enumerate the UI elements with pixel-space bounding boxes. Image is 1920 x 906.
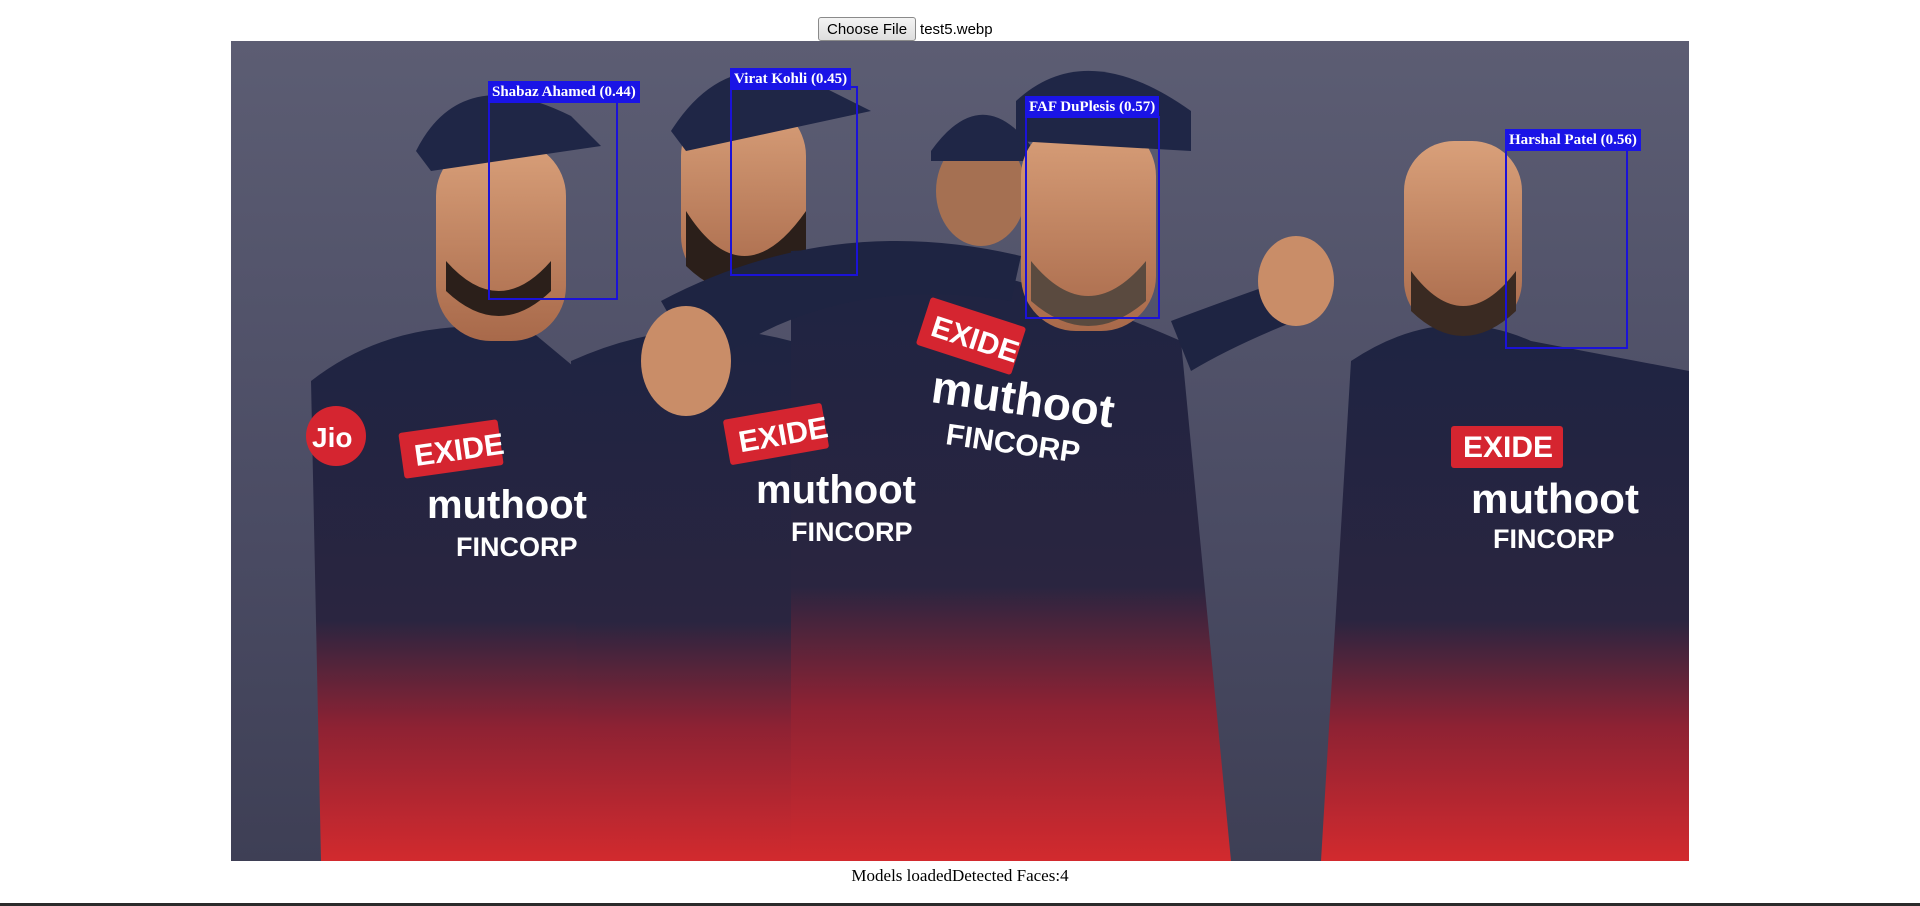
- status-text: Models loadedDetected Faces:4: [851, 866, 1069, 885]
- face-box-shabaz-ahamed: [488, 100, 618, 300]
- uploaded-photo: EXIDE muthoot FINCORP Jio EXIDE muthoot …: [231, 41, 1689, 861]
- selected-file-name: test5.webp: [920, 20, 993, 38]
- muthoot-text-middle: muthoot: [756, 468, 916, 512]
- file-input-row: Choose File test5.webp: [818, 17, 993, 41]
- face-box-virat-kohli: [730, 86, 858, 276]
- muthoot-text-left: muthoot: [427, 483, 587, 527]
- exide-patch-right: EXIDE: [1463, 431, 1553, 464]
- face-label-shabaz-ahamed: Shabaz Ahamed (0.44): [488, 81, 640, 103]
- fincorp-text-middle: FINCORP: [791, 517, 913, 547]
- face-label-harshal-patel: Harshal Patel (0.56): [1505, 129, 1641, 151]
- face-box-faf-duplesis: [1025, 116, 1160, 319]
- choose-file-button[interactable]: Choose File: [818, 17, 917, 41]
- muthoot-text-right: muthoot: [1471, 475, 1639, 522]
- fincorp-text-left: FINCORP: [456, 532, 578, 562]
- fincorp-text-right: FINCORP: [1493, 524, 1615, 554]
- jio-logo-left: Jio: [312, 422, 352, 453]
- face-box-harshal-patel: [1505, 149, 1628, 349]
- team-photo-illustration: EXIDE muthoot FINCORP Jio EXIDE muthoot …: [231, 41, 1689, 861]
- face-label-virat-kohli: Virat Kohli (0.45): [730, 68, 852, 90]
- face-label-faf-duplesis: FAF DuPlesis (0.57): [1025, 96, 1160, 118]
